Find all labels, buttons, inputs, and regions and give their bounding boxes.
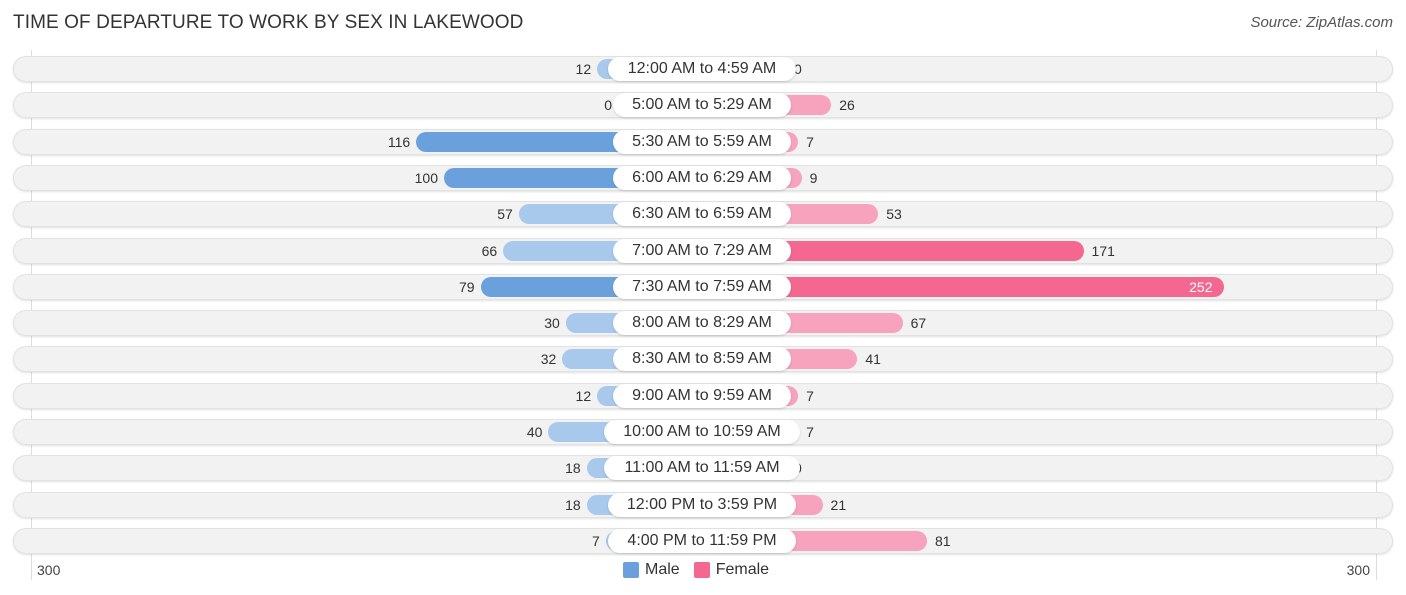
category-label: 6:30 AM to 6:59 AM (612, 202, 792, 226)
category-label: 11:00 AM to 11:59 AM (604, 456, 800, 480)
legend-swatch-female (693, 562, 710, 578)
value-label-female: 252 (1189, 279, 1213, 295)
value-label-male: 18 (565, 460, 581, 476)
category-label: 10:00 AM to 10:59 AM (604, 420, 800, 444)
value-label-male: 30 (544, 315, 560, 331)
category-label: 5:30 AM to 5:59 AM (612, 130, 792, 154)
value-label-male: 57 (497, 206, 513, 222)
value-label-male: 116 (387, 134, 411, 150)
category-label: 9:00 AM to 9:59 AM (612, 384, 792, 408)
value-label-male: 100 (414, 170, 438, 186)
legend-label-female: Female (715, 561, 770, 578)
value-label-male: 12 (575, 388, 592, 404)
legend-swatch-male (623, 562, 639, 578)
chart-title: TIME OF DEPARTURE TO WORK BY SEX IN LAKE… (13, 12, 524, 33)
value-label-female: 26 (839, 97, 855, 113)
value-label-female: 67 (910, 315, 927, 331)
category-label: 5:00 AM to 5:29 AM (612, 93, 792, 117)
value-label-male: 0 (604, 97, 612, 113)
value-label-male: 66 (481, 243, 498, 259)
legend: Male Female (623, 561, 769, 579)
category-label: 6:00 AM to 6:29 AM (612, 166, 792, 190)
value-label-female: 7 (806, 424, 814, 440)
value-label-male: 12 (575, 61, 592, 77)
value-label-male: 18 (565, 497, 581, 513)
category-label: 7:30 AM to 7:59 AM (612, 275, 792, 299)
value-label-female: 7 (806, 134, 814, 150)
category-label: 7:00 AM to 7:29 AM (612, 239, 792, 263)
value-label-male: 7 (592, 533, 600, 549)
axis-label-left: 300 (37, 562, 61, 578)
axis-label-right: 300 (1346, 562, 1370, 578)
value-label-male: 40 (526, 424, 543, 440)
legend-label-male: Male (645, 561, 680, 578)
value-label-female: 171 (1091, 243, 1115, 259)
chart-root: TIME OF DEPARTURE TO WORK BY SEX IN LAKE… (0, 0, 1406, 595)
value-label-female: 53 (886, 206, 902, 222)
category-label: 8:00 AM to 8:29 AM (612, 311, 792, 335)
category-label: 8:30 AM to 8:59 AM (612, 347, 792, 371)
value-label-female: 21 (830, 497, 847, 513)
category-label: 4:00 PM to 11:59 PM (608, 529, 796, 553)
value-label-male: 32 (540, 351, 557, 367)
category-label: 12:00 AM to 4:59 AM (608, 57, 796, 81)
chart-source: Source: ZipAtlas.com (1250, 14, 1393, 31)
value-label-female: 81 (934, 533, 951, 549)
value-label-female: 9 (809, 170, 818, 186)
category-label: 12:00 PM to 3:59 PM (608, 493, 796, 517)
value-label-female: 41 (865, 351, 881, 367)
value-label-male: 79 (458, 279, 475, 295)
value-label-female: 7 (806, 388, 814, 404)
